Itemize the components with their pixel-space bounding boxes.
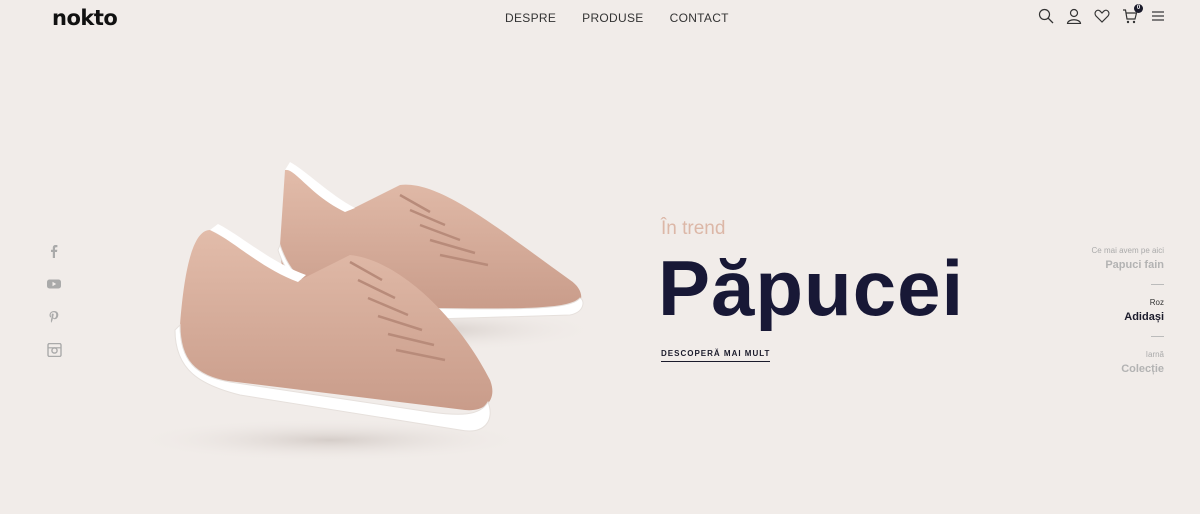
heart-icon[interactable] — [1094, 8, 1110, 24]
hero-product-image — [100, 150, 600, 470]
nav-item-produse[interactable]: PRODUSE — [582, 11, 643, 25]
menu-icon[interactable] — [1150, 8, 1166, 24]
slide-item[interactable]: Ce mai avem pe aici Papuci fain — [1024, 246, 1164, 271]
slider-navigation: Ce mai avem pe aici Papuci fain Roz Adid… — [1024, 246, 1164, 375]
slide-item-subtitle: Iarnă — [1145, 350, 1164, 359]
pinterest-icon[interactable] — [46, 310, 62, 324]
divider — [1151, 336, 1164, 337]
nav-item-contact[interactable]: CONTACT — [670, 11, 729, 25]
discover-more-button[interactable]: DESCOPERĂ MAI MULT — [661, 349, 771, 362]
slide-item-title: Colecție — [1121, 363, 1164, 375]
instagram-icon[interactable] — [46, 342, 62, 358]
user-icon[interactable] — [1066, 8, 1082, 25]
hero-eyebrow: În trend — [661, 218, 726, 239]
slide-item[interactable]: Iarnă Colecție — [1024, 350, 1164, 375]
facebook-icon[interactable] — [46, 244, 62, 258]
cart-icon[interactable]: 0 — [1122, 4, 1143, 24]
nav-item-despre[interactable]: DESPRE — [505, 11, 556, 25]
header-icons: 0 — [1038, 4, 1166, 25]
social-links — [46, 244, 62, 358]
slide-item-subtitle: Roz — [1149, 298, 1164, 307]
slide-item-title: Adidași — [1124, 311, 1164, 323]
slide-item-subtitle: Ce mai avem pe aici — [1091, 246, 1164, 255]
slide-item-active[interactable]: Roz Adidași — [1024, 298, 1164, 323]
cart-count-badge: 0 — [1134, 4, 1143, 13]
main-nav: DESPRE PRODUSE CONTACT — [505, 11, 729, 25]
youtube-icon[interactable] — [46, 277, 62, 291]
slide-item-title: Papuci fain — [1105, 259, 1164, 271]
divider — [1151, 284, 1164, 285]
hero-title: Păpucei — [658, 244, 965, 332]
search-icon[interactable] — [1038, 8, 1054, 24]
site-logo[interactable]: nokto — [52, 6, 118, 30]
